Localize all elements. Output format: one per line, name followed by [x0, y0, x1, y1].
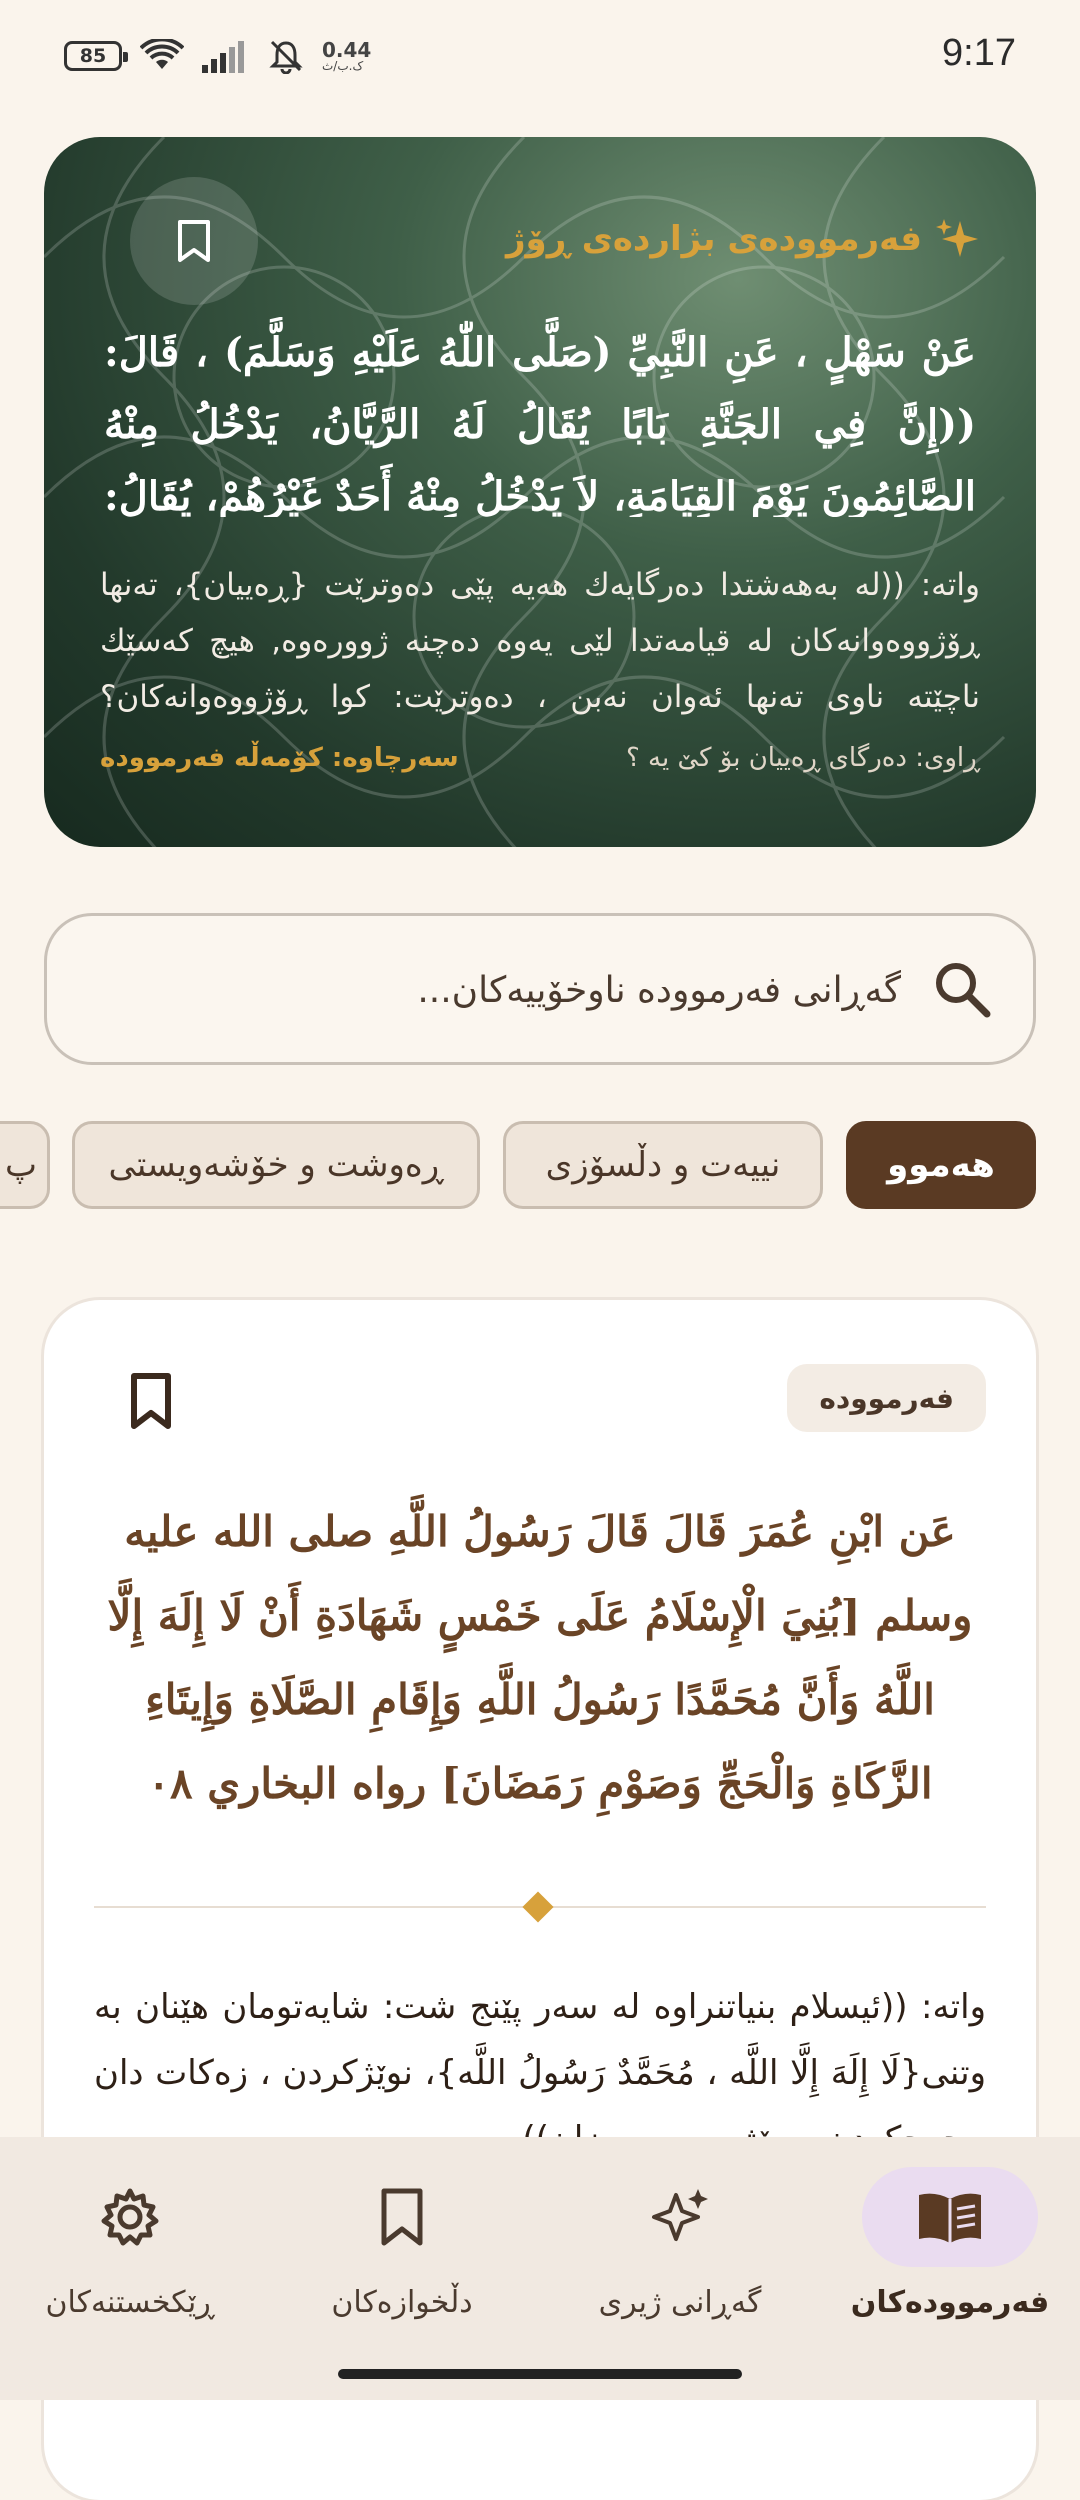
bookmark-icon — [381, 2188, 423, 2246]
nav-hadiths-label: فەرموودەکان — [850, 2285, 1050, 2320]
bookmark-icon — [178, 220, 210, 262]
hero-narrator: ڕاوی: دەرگای ڕەییان بۆ کێ یە ؟ — [625, 743, 980, 773]
nav-settings-label: ڕێکخستنەکان — [45, 2285, 215, 2320]
nav-favorites[interactable]: دڵخوازەکان — [272, 2167, 532, 2347]
status-bar: 85 0.44 ک.ب/ث 9:17 — [0, 0, 1080, 115]
chip-more[interactable]: پ — [0, 1121, 50, 1209]
nav-pill — [592, 2167, 768, 2267]
card-type-badge: فەرموودە — [787, 1364, 986, 1432]
hero-translation-text: واتە: ((لە بەهەشتدا دەرگایەك هەیە پێی دە… — [100, 567, 980, 715]
hero-bookmark-button[interactable] — [130, 177, 258, 305]
hero-title: فەرموودەی بژاردەی ڕۆژ — [506, 217, 980, 261]
sparkle-icon — [936, 219, 978, 257]
category-chips: هەموو نییەت و دڵسۆزی ڕەوشت و خۆشەویستی پ — [0, 1121, 1080, 1211]
nav-pill — [314, 2167, 490, 2267]
bookmark-icon — [131, 1373, 171, 1429]
card-bookmark-button[interactable] — [116, 1366, 186, 1436]
chip-intention[interactable]: نییەت و دڵسۆزی — [503, 1121, 823, 1209]
hero-source: سەرچاوە: کۆمەڵە فەرموودە — [100, 743, 459, 773]
chip-manners[interactable]: ڕەوشت و خۆشەویستی — [72, 1121, 480, 1209]
chip-all[interactable]: هەموو — [846, 1121, 1036, 1209]
sparkle-icon — [652, 2189, 708, 2241]
clock: 9:17 — [942, 32, 1016, 74]
battery-level: 85 — [79, 45, 107, 67]
search-input[interactable] — [107, 916, 903, 1064]
mute-icon — [269, 40, 303, 74]
nav-settings[interactable]: ڕێکخستنەکان — [0, 2167, 260, 2347]
nav-smart-search[interactable]: گەڕانی ژیری — [550, 2167, 810, 2347]
nav-active-pill — [862, 2167, 1038, 2267]
network-speed-value: 0.44 — [322, 38, 372, 62]
nav-hadiths[interactable]: فەرموودەکان — [820, 2167, 1080, 2347]
book-icon — [919, 2193, 981, 2243]
wifi-icon — [140, 39, 184, 69]
daily-hadith-card[interactable]: فەرموودەی بژاردەی ڕۆژ عَنْ سَهْلٍ ، عَنِ… — [44, 137, 1036, 847]
search-icon[interactable] — [931, 958, 993, 1020]
signal-icon — [202, 41, 244, 73]
network-speed: 0.44 ک.ب/ث — [322, 40, 371, 72]
search-bar[interactable] — [44, 913, 1036, 1065]
battery-icon: 85 — [64, 41, 128, 71]
home-indicator[interactable] — [338, 2369, 742, 2379]
hero-title-text: فەرموودەی بژاردەی ڕۆژ — [505, 219, 922, 259]
network-speed-unit: ک.ب/ث — [322, 59, 364, 73]
card-arabic-text: عَن ابْنِ عُمَرَ قَالَ قَالَ رَسُولُ الل… — [107, 1507, 973, 1808]
nav-favorites-label: دڵخوازەکان — [331, 2285, 473, 2320]
gear-icon — [101, 2188, 159, 2246]
bottom-navigation: فەرموودەکان گەڕانی ژیری دڵخوازەکان ڕێکخس… — [0, 2137, 1080, 2400]
hero-arabic-text: عَنْ سَهْلٍ ، عَنِ النَّبِيِّ (صَلَّى ال… — [104, 329, 976, 517]
nav-pill — [42, 2167, 218, 2267]
diamond-ornament-icon — [522, 1891, 554, 1923]
status-icons: 85 0.44 ک.ب/ث — [64, 38, 371, 74]
nav-smart-search-label: گەڕانی ژیری — [598, 2285, 762, 2320]
